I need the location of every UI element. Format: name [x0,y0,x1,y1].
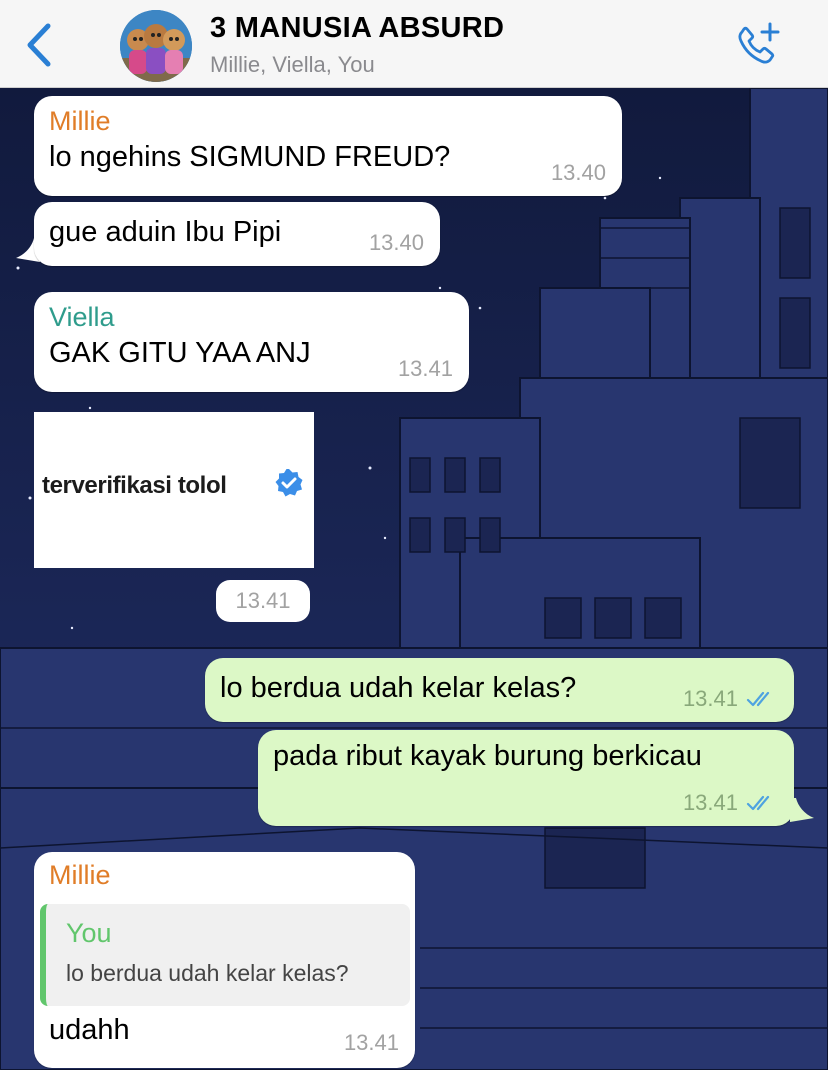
message-time: 13.41 [397,356,453,381]
message-time: 13.40 [368,230,424,255]
quoted-text: lo berdua udah kelar kelas? [66,960,349,986]
chat-header: 3 MANUSIA ABSURD Millie, Viella, You [0,0,828,88]
read-ticks-icon [746,691,770,707]
image-caption-text: terverifikasi tolol [42,472,227,499]
sender-name[interactable]: Millie [49,860,399,891]
group-avatar[interactable] [120,10,192,82]
message-time: 13.41 [682,686,738,711]
sender-name[interactable]: Viella [49,302,453,333]
message-time: 13.40 [550,160,606,185]
read-ticks-icon [746,795,770,811]
image-message[interactable]: terverifikasi tolol [34,412,314,568]
message-bubble[interactable]: gue aduin Ibu Pipi 13.40 [34,202,440,266]
chat-area[interactable]: Millie lo ngehins SIGMUND FREUD? 13.40 g… [0,88,828,1070]
message-bubble[interactable]: lo berdua udah kelar kelas? 13.41 [205,658,794,722]
sender-name[interactable]: Millie [49,106,606,137]
message-bubble[interactable]: pada ribut kayak burung berkicau 13.41 [258,730,794,826]
message-text: gue aduin Ibu Pipi [49,216,282,248]
image-time-pill: 13.41 [216,580,310,622]
message-text: lo berdua udah kelar kelas? [220,672,577,704]
chevron-left-icon[interactable] [22,22,58,68]
chat-title[interactable]: 3 MANUSIA ABSURD [210,12,504,45]
verified-badge-icon [275,469,303,497]
message-time: 13.41 [682,790,738,815]
message-text: GAK GITU YAA ANJ [49,337,311,369]
quoted-reply[interactable]: You lo berdua udah kelar kelas? [40,904,410,1006]
message-bubble[interactable]: Millie You lo berdua udah kelar kelas? u… [34,852,415,1068]
chat-members[interactable]: Millie, Viella, You [210,52,375,78]
message-bubble[interactable]: Millie lo ngehins SIGMUND FREUD? 13.40 [34,96,622,196]
message-text: lo ngehins SIGMUND FREUD? [49,141,451,173]
add-call-icon[interactable] [732,20,782,70]
message-bubble[interactable]: Viella GAK GITU YAA ANJ 13.41 [34,292,469,392]
message-text: udahh [49,1014,130,1046]
message-time: 13.41 [343,1030,399,1055]
message-text: pada ribut kayak burung berkicau [273,740,702,772]
quoted-sender: You [66,918,112,948]
bubble-tail [790,798,814,822]
